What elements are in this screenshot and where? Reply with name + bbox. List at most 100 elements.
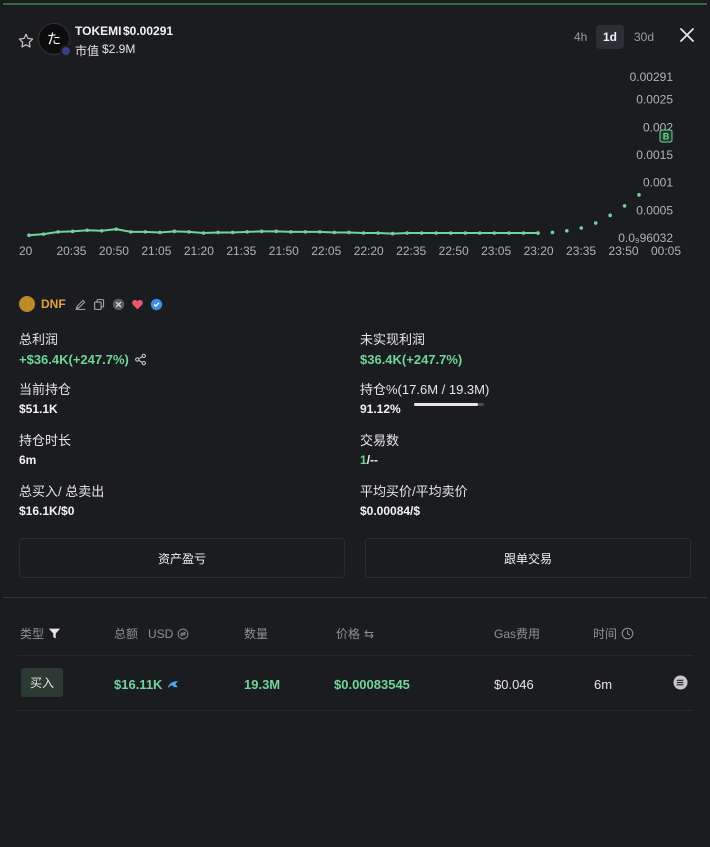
copy-icon[interactable] xyxy=(93,298,106,311)
total-profit-value-row: +$36.4K(+247.7%) xyxy=(19,352,147,367)
trader-token-panel: た TOKEMI $0.00291 市值 $2.9M 4h 1d 30d 0.0… xyxy=(3,3,707,847)
price-chart[interactable]: 0.002910.00250.0020.00150.0010.00050.0₉9… xyxy=(3,65,707,265)
timeframe-4h[interactable]: 4h xyxy=(567,25,594,49)
chain-badge-icon xyxy=(60,45,72,57)
market-cap-value: $2.9M xyxy=(102,42,136,56)
swap-icon[interactable]: ⇆ xyxy=(364,627,374,641)
price-point xyxy=(172,229,177,234)
price-point xyxy=(85,228,89,233)
trade-amount: $16.11K xyxy=(114,677,163,692)
stat-avg-price: 平均买价/平均卖价 $0.00084/$ xyxy=(360,481,468,518)
stat-holding-pct: 持仓%(17.6M / 19.3M) 91.12% xyxy=(360,379,489,416)
clock-icon[interactable] xyxy=(621,627,634,640)
price-point xyxy=(463,231,468,235)
x-tick-label: 21:05 xyxy=(141,244,171,258)
price-point xyxy=(361,231,366,235)
solana-icon[interactable] xyxy=(673,675,688,690)
x-tick-label: 23:50 xyxy=(609,244,639,258)
price-point xyxy=(448,231,453,235)
x-social-icon[interactable] xyxy=(112,298,125,311)
x-tick-label: 20:50 xyxy=(99,244,129,258)
price-point xyxy=(303,230,308,234)
col-type-label: 类型 xyxy=(20,627,45,641)
dolphin-icon xyxy=(168,680,179,688)
stat-total-profit: 总利润 +$36.4K(+247.7%) xyxy=(19,329,147,367)
price-point xyxy=(332,230,337,235)
price-point xyxy=(318,230,322,234)
trades-sell-count: /-- xyxy=(366,453,379,467)
trade-price: $0.00083545 xyxy=(334,677,410,692)
close-icon[interactable] xyxy=(677,25,697,45)
pnl-button[interactable]: 资产盈亏 xyxy=(19,538,345,578)
price-point xyxy=(376,231,380,235)
col-type[interactable]: 类型 xyxy=(20,625,61,642)
col-price[interactable]: 价格 ⇆ xyxy=(336,625,374,642)
col-amount-label: 总额 xyxy=(114,627,139,641)
holding-label: 当前持仓 xyxy=(19,382,72,397)
col-amount-unit: USD xyxy=(148,626,174,641)
hold-time-label: 持仓时长 xyxy=(19,433,72,448)
x-tick-label: 21:20 xyxy=(184,244,214,258)
price-point xyxy=(245,230,249,234)
holding-value: $51.1K xyxy=(19,402,58,416)
x-tick-label: 22:05 xyxy=(311,244,341,258)
hold-time-value: 6m xyxy=(19,453,37,467)
x-tick-label: 22:35 xyxy=(396,244,426,258)
buy-marker-label: B xyxy=(663,132,670,142)
timeframe-30d[interactable]: 30d xyxy=(627,25,661,49)
total-buy-sell-label: 总买入/ 总卖出 xyxy=(19,484,105,499)
col-gas: Gas费用 xyxy=(494,625,540,642)
price-point xyxy=(143,230,148,234)
price-point xyxy=(201,231,206,235)
trader-name[interactable]: DNF xyxy=(41,297,66,311)
price-line xyxy=(28,228,538,237)
x-tick-label: 21:35 xyxy=(226,244,256,258)
price-point xyxy=(347,230,351,235)
panel-header: た TOKEMI $0.00291 市值 $2.9M 4h 1d 30d xyxy=(3,5,707,65)
price-point xyxy=(230,230,235,235)
x-tick-label: 00:05 xyxy=(651,244,681,258)
price-point xyxy=(507,231,511,235)
avg-price-value: $0.00084/$ xyxy=(360,504,421,518)
col-price-label: 价格 xyxy=(336,627,361,641)
price-point xyxy=(27,233,31,238)
copy-trade-button[interactable]: 跟单交易 xyxy=(365,538,691,578)
col-qty: 数量 xyxy=(244,625,268,642)
star-icon[interactable] xyxy=(17,32,35,50)
filter-icon[interactable] xyxy=(48,627,61,640)
col-qty-label: 数量 xyxy=(244,627,269,641)
token-name[interactable]: TOKEMI xyxy=(75,24,121,38)
timeframe-1d[interactable]: 1d xyxy=(596,25,625,49)
share-icon[interactable] xyxy=(134,353,147,366)
table-row-divider xyxy=(17,710,693,711)
heart-icon[interactable] xyxy=(131,298,144,311)
price-point xyxy=(114,227,119,231)
price-point xyxy=(259,229,264,234)
total-profit-label: 总利润 xyxy=(19,332,59,347)
y-tick-label: 0.001 xyxy=(643,176,673,190)
price-point xyxy=(56,230,60,234)
x-tick-label: 23:20 xyxy=(524,244,554,258)
price-point xyxy=(41,232,46,236)
stat-total-buy-sell: 总买入/ 总卖出 $16.1K/$0 xyxy=(19,481,104,518)
col-time[interactable]: 时间 xyxy=(593,625,634,642)
unrealized-label: 未实现利润 xyxy=(360,332,426,347)
currency-toggle-icon[interactable] xyxy=(177,628,189,640)
price-point xyxy=(288,230,293,234)
price-point xyxy=(70,229,75,234)
y-tick-label: 0.0₉96032 xyxy=(618,231,673,245)
y-tick-label: 0.0005 xyxy=(636,203,673,217)
x-tick-label: 23:35 xyxy=(566,244,596,258)
table-header-divider xyxy=(17,655,693,656)
unrealized-value: $36.4K(+247.7%) xyxy=(360,352,463,367)
stat-trades: 交易数 1/-- xyxy=(360,430,399,467)
price-point xyxy=(419,231,424,235)
holding-progress-bar xyxy=(414,403,484,406)
edit-icon[interactable] xyxy=(74,298,87,311)
price-point xyxy=(478,231,482,235)
price-point xyxy=(158,230,162,235)
col-amount[interactable]: 总额 USD xyxy=(114,625,189,642)
market-cap-label: 市值 xyxy=(75,44,100,58)
holding-progress-fill xyxy=(414,403,478,406)
stat-hold-time: 持仓时长 6m xyxy=(19,430,71,467)
